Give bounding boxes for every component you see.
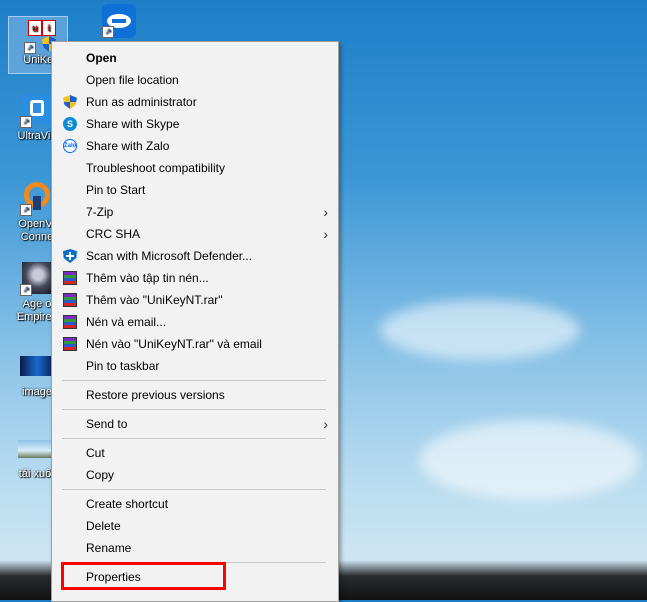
openvpn-icon: ↗ xyxy=(20,182,54,216)
menu-item-label: Share with Zalo xyxy=(86,139,170,153)
wallpaper-cloud xyxy=(380,300,580,360)
menu-item-winrar-compress-rar-email[interactable]: Nén vào "UniKeyNT.rar" và email xyxy=(52,333,338,355)
menu-item-label: Open file location xyxy=(86,73,179,87)
shortcut-arrow-icon: ↗ xyxy=(102,26,114,38)
menu-separator xyxy=(62,438,326,439)
menu-item-label: Cut xyxy=(86,446,105,460)
zalo-icon: Zalo xyxy=(63,139,77,153)
menu-item-open[interactable]: Open xyxy=(52,47,338,69)
winrar-icon xyxy=(63,337,77,351)
chevron-right-icon: › xyxy=(323,204,328,220)
menu-item-label: Run as administrator xyxy=(86,95,197,109)
menu-item-label: Delete xyxy=(86,519,121,533)
menu-item-label: Thêm vào tập tin nén... xyxy=(86,271,209,285)
desktop-icon-teamviewer[interactable]: ↗ xyxy=(88,4,150,40)
menu-item-label: Pin to taskbar xyxy=(86,359,160,373)
context-menu: Open Open file location Run as administr… xyxy=(51,41,339,602)
menu-item-winrar-compress-email[interactable]: Nén và email... xyxy=(52,311,338,333)
menu-item-troubleshoot-compatibility[interactable]: Troubleshoot compatibility xyxy=(52,157,338,179)
menu-separator xyxy=(62,409,326,410)
menu-item-cut[interactable]: Cut xyxy=(52,442,338,464)
menu-item-label: Scan with Microsoft Defender... xyxy=(86,249,253,263)
menu-item-label: CRC SHA xyxy=(86,227,141,241)
menu-item-label: Share with Skype xyxy=(86,117,180,131)
menu-item-create-shortcut[interactable]: Create shortcut xyxy=(52,493,338,515)
image-thumbnail-icon xyxy=(20,350,54,384)
menu-item-label: Restore previous versions xyxy=(86,388,225,402)
menu-item-7zip[interactable]: 7-Zip › xyxy=(52,201,338,223)
winrar-icon xyxy=(63,315,77,329)
winrar-icon xyxy=(63,293,77,307)
menu-separator xyxy=(62,380,326,381)
shortcut-arrow-icon: ↗ xyxy=(20,116,32,128)
skype-icon: S xyxy=(63,117,77,131)
menu-item-label: Create shortcut xyxy=(86,497,169,511)
menu-item-pin-to-start[interactable]: Pin to Start xyxy=(52,179,338,201)
menu-item-label: Troubleshoot compatibility xyxy=(86,161,225,175)
shortcut-arrow-icon: ↗ xyxy=(20,204,32,216)
menu-item-label: Pin to Start xyxy=(86,183,146,197)
defender-icon xyxy=(63,249,77,263)
chevron-right-icon: › xyxy=(323,226,328,242)
menu-item-label: Copy xyxy=(86,468,115,482)
menu-item-label: Nén và email... xyxy=(86,315,167,329)
menu-item-rename[interactable]: Rename xyxy=(52,537,338,559)
menu-item-scan-with-defender[interactable]: Scan with Microsoft Defender... xyxy=(52,245,338,267)
shortcut-arrow-icon: ↗ xyxy=(24,42,36,54)
menu-item-delete[interactable]: Delete xyxy=(52,515,338,537)
menu-item-copy[interactable]: Copy xyxy=(52,464,338,486)
menu-item-restore-previous-versions[interactable]: Restore previous versions xyxy=(52,384,338,406)
menu-item-run-as-administrator[interactable]: Run as administrator xyxy=(52,91,338,113)
shortcut-arrow-icon: ↗ xyxy=(20,284,32,296)
wallpaper-cloud xyxy=(420,420,640,500)
menu-item-share-with-zalo[interactable]: Zalo Share with Zalo xyxy=(52,135,338,157)
menu-item-send-to[interactable]: Send to › xyxy=(52,413,338,435)
menu-separator xyxy=(62,489,326,490)
menu-item-pin-to-taskbar[interactable]: Pin to taskbar xyxy=(52,355,338,377)
uac-shield-icon xyxy=(63,95,77,109)
chevron-right-icon: › xyxy=(323,416,328,432)
menu-item-share-with-skype[interactable]: S Share with Skype xyxy=(52,113,338,135)
menu-item-open-file-location[interactable]: Open file location xyxy=(52,69,338,91)
menu-item-label: Send to xyxy=(86,417,128,431)
menu-item-crc-sha[interactable]: CRC SHA › xyxy=(52,223,338,245)
menu-item-label: Open xyxy=(86,51,117,65)
menu-item-label: 7-Zip xyxy=(86,205,114,219)
winrar-icon xyxy=(63,271,77,285)
menu-item-label: Thêm vào "UniKeyNT.rar" xyxy=(86,293,223,307)
teamviewer-icon: ↗ xyxy=(102,4,136,38)
ultraviewer-icon: ↗ xyxy=(20,94,54,128)
menu-item-winrar-add-archive[interactable]: Thêm vào tập tin nén... xyxy=(52,267,338,289)
menu-item-label: Rename xyxy=(86,541,132,555)
image-thumbnail-icon xyxy=(18,432,52,466)
properties-highlight-box xyxy=(61,562,226,590)
menu-item-label: Nén vào "UniKeyNT.rar" và email xyxy=(86,337,262,351)
menu-item-winrar-add-to-rar[interactable]: Thêm vào "UniKeyNT.rar" xyxy=(52,289,338,311)
age-of-empires-icon: ↗ xyxy=(20,262,54,296)
